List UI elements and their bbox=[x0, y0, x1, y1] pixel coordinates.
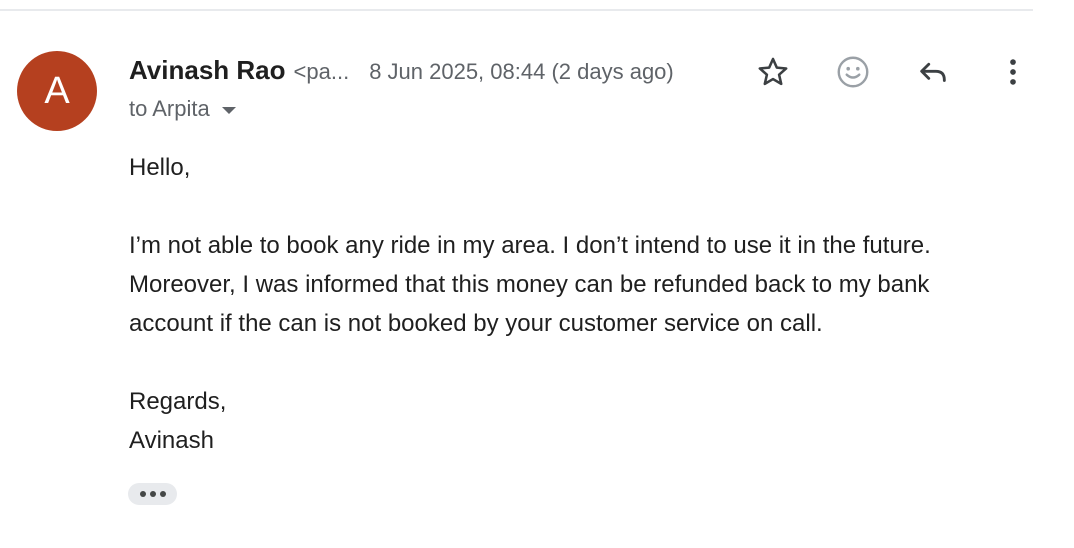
star-outline-icon bbox=[758, 57, 788, 86]
greeting: Hello, bbox=[129, 154, 191, 181]
message-header: Avinash Rao <pa... 8 Jun 2025, 08:44 (2 … bbox=[129, 55, 674, 87]
sender-avatar[interactable]: A bbox=[17, 51, 97, 131]
closing: Regards, bbox=[129, 388, 227, 415]
reply-icon bbox=[920, 62, 946, 82]
message-date: 8 Jun 2025, 08:44 (2 days ago) bbox=[369, 59, 674, 84]
add-reaction-button[interactable] bbox=[833, 52, 873, 92]
chevron-down-icon bbox=[221, 106, 236, 114]
recipient-details-toggle[interactable]: to Arpita bbox=[129, 96, 236, 122]
top-divider bbox=[0, 9, 1033, 11]
signature: Avinash bbox=[129, 427, 214, 454]
recipient-label: to Arpita bbox=[129, 96, 210, 121]
more-vert-icon bbox=[1010, 59, 1016, 85]
sender-email[interactable]: <pa... bbox=[294, 59, 350, 85]
body-line: I’m not able to book any ride in my area… bbox=[129, 232, 931, 259]
more-options-button[interactable] bbox=[993, 52, 1033, 92]
show-trimmed-content-button[interactable] bbox=[128, 483, 177, 505]
body-line: Moreover, I was informed that this money… bbox=[129, 271, 930, 298]
star-button[interactable] bbox=[753, 52, 793, 92]
reply-button[interactable] bbox=[913, 52, 953, 92]
body-line: account if the can is not booked by your… bbox=[129, 310, 823, 337]
more-horiz-icon bbox=[139, 491, 146, 497]
avatar-initial: A bbox=[44, 69, 70, 112]
message-body: Hello, I’m not able to book any ride in … bbox=[129, 148, 1029, 460]
sender-name[interactable]: Avinash Rao bbox=[129, 55, 286, 86]
add-reaction-icon bbox=[837, 56, 869, 88]
